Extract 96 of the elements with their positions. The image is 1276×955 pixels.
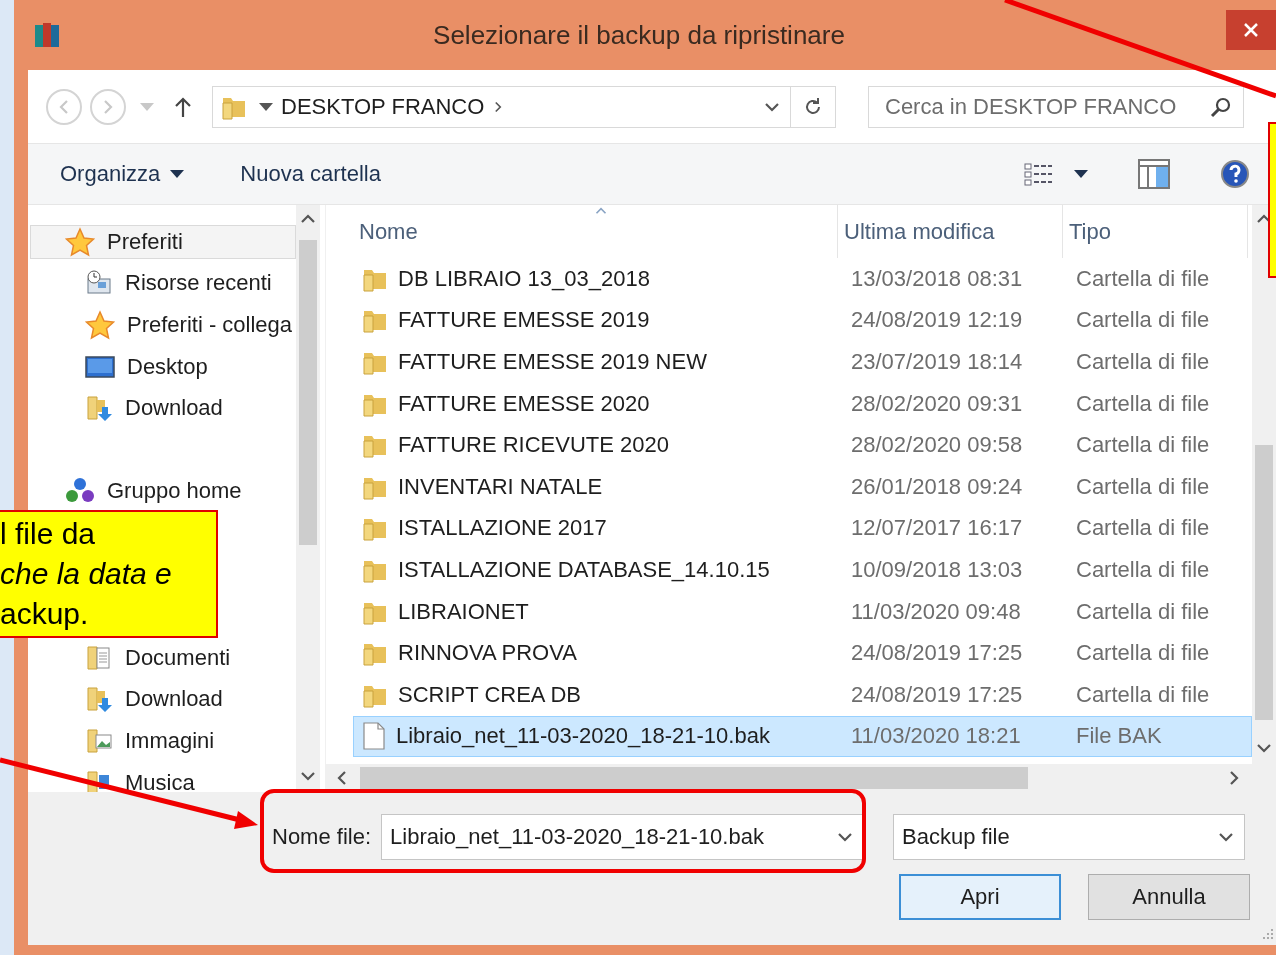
- file-row[interactable]: ISTALLAZIONE 2017 12/07/2017 16:17 Cartella di file: [353, 507, 1252, 550]
- file-row[interactable]: DB LIBRAIO 13_03_2018 13/03/2018 08:31 Cartella di file: [353, 258, 1252, 300]
- file-type: Cartella di file: [1075, 515, 1211, 542]
- modified-date: 11/03/2020 09:48: [850, 598, 1022, 625]
- file-row[interactable]: FATTURE EMESSE 2019 24/08/2019 12:19 Cartella di file: [353, 299, 1252, 342]
- column-header[interactable]: Ultima modifica: [838, 205, 1063, 258]
- close-button[interactable]: [1226, 10, 1276, 50]
- organize-menu[interactable]: Organizza: [60, 161, 185, 187]
- scrollbar[interactable]: [1252, 205, 1276, 764]
- close-icon: [1243, 22, 1259, 38]
- modified-date: 12/07/2017 16:17: [850, 515, 1024, 542]
- file-icon: [362, 722, 386, 751]
- file-row[interactable]: ISTALLAZIONE DATABASE_14.10.15 10/09/2018 13:03 Cartella di file: [353, 549, 1252, 591]
- file-name: LIBRAIONET: [398, 598, 529, 625]
- help-icon: [1220, 159, 1250, 189]
- sidebar-item[interactable]: Risorse recenti: [30, 266, 296, 301]
- scrollbar[interactable]: [296, 205, 320, 792]
- sidebar-item[interactable]: Documenti: [30, 640, 296, 675]
- caret-icon: [1074, 170, 1088, 178]
- modified-date: 24/08/2019 17:25: [850, 640, 1024, 667]
- modified-date: 10/09/2018 13:03: [850, 556, 1024, 583]
- file-row[interactable]: LIBRAIONET 11/03/2020 09:48 Cartella di file: [353, 590, 1252, 633]
- file-name: INVENTARI NATALE: [398, 473, 603, 500]
- file-name: FATTURE RICEVUTE 2020: [398, 432, 669, 459]
- file-name: SCRIPT CREA DB: [398, 681, 581, 708]
- documents-folder-icon: [85, 643, 113, 672]
- file-type-select[interactable]: Backup file: [893, 814, 1246, 860]
- modified-date: 13/03/2018 08:31: [850, 265, 1024, 292]
- download-folder-icon: [85, 394, 113, 423]
- caret-icon: [140, 102, 154, 111]
- file-type: Cartella di file: [1075, 556, 1211, 583]
- file-name: DB LIBRAIO 13_03_2018: [398, 265, 650, 292]
- star-icon: [85, 310, 115, 340]
- file-row[interactable]: FATTURE RICEVUTE 2020 28/02/2020 09:58 Cartella di file: [353, 424, 1252, 466]
- modified-date: 24/08/2019 17:25: [850, 681, 1024, 708]
- file-type: Cartella di file: [1075, 390, 1211, 417]
- file-name: FATTURE EMESSE 2020: [398, 390, 650, 417]
- sidebar-item[interactable]: Download: [30, 391, 296, 426]
- file-name: RINNOVA PROVA: [398, 640, 577, 667]
- resize-grip-icon: [1262, 927, 1274, 939]
- modified-date: 26/01/2018 09:24: [850, 473, 1024, 500]
- breadcrumb[interactable]: DESKTOP FRANCO: [281, 93, 485, 120]
- sidebar-item[interactable]: Preferiti: [30, 224, 296, 259]
- open-button[interactable]: Apri: [899, 874, 1061, 920]
- file-row[interactable]: FATTURE EMESSE 2019 NEW 23/07/2019 18:14 Cartella di file: [353, 341, 1252, 383]
- horizontal-scrollbar[interactable]: [326, 764, 1276, 792]
- app-icon: [32, 20, 62, 50]
- new-folder-button[interactable]: Nuova cartella: [240, 161, 381, 187]
- sidebar-item[interactable]: Immagini: [30, 723, 296, 758]
- sidebar-item[interactable]: Preferiti - collega: [30, 308, 296, 342]
- caret-icon: [170, 170, 185, 178]
- file-name: FATTURE EMESSE 2019 NEW: [398, 349, 707, 375]
- file-row[interactable]: INVENTARI NATALE 26/01/2018 09:24 Cartella di file: [353, 465, 1252, 508]
- file-type: Cartella di file: [1075, 349, 1211, 375]
- callout-text: l file da che la data e ackup.: [0, 510, 218, 638]
- cancel-button[interactable]: Annulla: [1088, 874, 1250, 920]
- file-type: Cartella di file: [1075, 640, 1211, 667]
- preview-pane-icon: [1138, 159, 1170, 189]
- sidebar-item[interactable]: Gruppo home: [30, 474, 296, 509]
- file-row[interactable]: RINNOVA PROVA 24/08/2019 17:25 Cartella di file: [353, 632, 1252, 674]
- download-folder-icon: [85, 685, 113, 714]
- file-name-label: Nome file:: [272, 824, 372, 850]
- window-title: Selezionare il backup da ripristinare: [432, 19, 846, 51]
- search-field[interactable]: Cerca in DESKTOP FRANCO: [868, 85, 1244, 128]
- file-type: Cartella di file: [1075, 265, 1211, 292]
- details-view-icon: [1024, 162, 1054, 186]
- column-header[interactable]: Nome: [353, 205, 838, 258]
- file-name: ISTALLAZIONE 2017: [398, 515, 607, 542]
- file-name: ISTALLAZIONE DATABASE_14.10.15: [398, 556, 770, 583]
- desktop-icon: [85, 353, 115, 380]
- modified-date: 28/02/2020 09:58: [850, 432, 1024, 459]
- images-folder-icon: [85, 726, 113, 755]
- star-icon: [65, 226, 95, 257]
- search-icon: [1210, 95, 1232, 118]
- modified-date: 23/07/2019 18:14: [850, 349, 1024, 375]
- file-type: Cartella di file: [1075, 307, 1211, 334]
- file-type: Cartella di file: [1075, 432, 1211, 459]
- breadcrumb-arrow-icon: [259, 102, 273, 111]
- modified-date: 24/08/2019 12:19: [850, 307, 1024, 334]
- file-type: File BAK: [1075, 723, 1163, 750]
- address-bar[interactable]: DESKTOP FRANCO: [212, 85, 836, 128]
- modified-date: 11/03/2020 18:21: [850, 723, 1022, 750]
- file-type: Cartella di file: [1075, 473, 1211, 500]
- column-header[interactable]: Tipo: [1063, 205, 1248, 258]
- file-type: Cartella di file: [1075, 681, 1211, 708]
- file-name: FATTURE EMESSE 2019: [398, 307, 650, 334]
- up-arrow-icon: [174, 95, 192, 118]
- modified-date: 28/02/2020 09:31: [850, 390, 1024, 417]
- refresh-icon: [803, 96, 823, 117]
- sidebar-item[interactable]: Download: [30, 682, 296, 717]
- file-type: Cartella di file: [1075, 598, 1211, 625]
- sidebar-item[interactable]: Desktop: [30, 349, 296, 384]
- file-row[interactable]: Libraio_net_11-03-2020_18-21-10.bak 11/03/2020 18:21 File BAK: [353, 715, 1252, 758]
- file-row[interactable]: FATTURE EMESSE 2020 28/02/2020 09:31 Cartella di file: [353, 382, 1252, 425]
- file-row[interactable]: SCRIPT CREA DB 24/08/2019 17:25 Cartella di file: [353, 673, 1252, 716]
- file-name: Libraio_net_11-03-2020_18-21-10.bak: [396, 723, 770, 750]
